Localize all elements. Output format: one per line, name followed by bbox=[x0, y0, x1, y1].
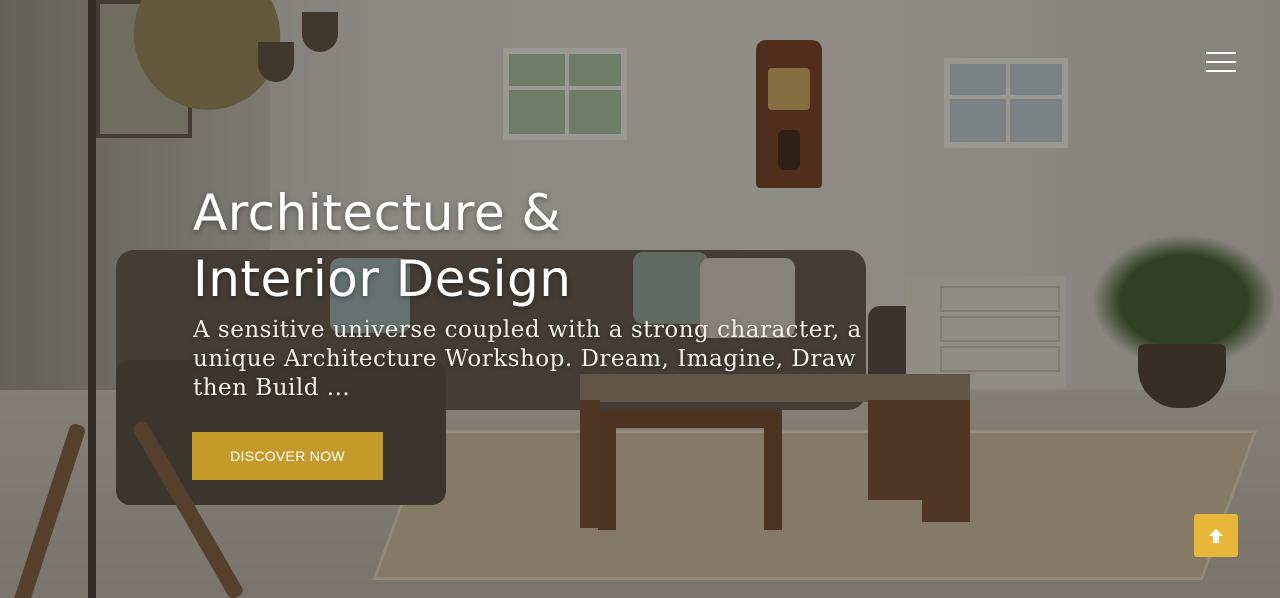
hero-subtitle: A sensitive universe coupled with a stro… bbox=[193, 317, 862, 401]
menu-bar bbox=[1206, 70, 1236, 72]
menu-bar bbox=[1206, 52, 1236, 54]
arrow-up-icon bbox=[1209, 528, 1223, 543]
hero-title-line1: Architecture & bbox=[193, 184, 561, 242]
hero-content: Architecture & Interior Design A sensiti… bbox=[193, 180, 913, 403]
discover-now-button[interactable]: DISCOVER NOW bbox=[192, 432, 383, 480]
back-to-top-button[interactable] bbox=[1194, 514, 1238, 557]
hamburger-icon[interactable] bbox=[1206, 50, 1238, 74]
hero-title-line2: Interior Design bbox=[193, 250, 572, 308]
menu-bar bbox=[1206, 61, 1236, 63]
hero-section: Architecture & Interior Design A sensiti… bbox=[0, 0, 1280, 598]
hero-title: Architecture & Interior Design bbox=[193, 180, 913, 312]
